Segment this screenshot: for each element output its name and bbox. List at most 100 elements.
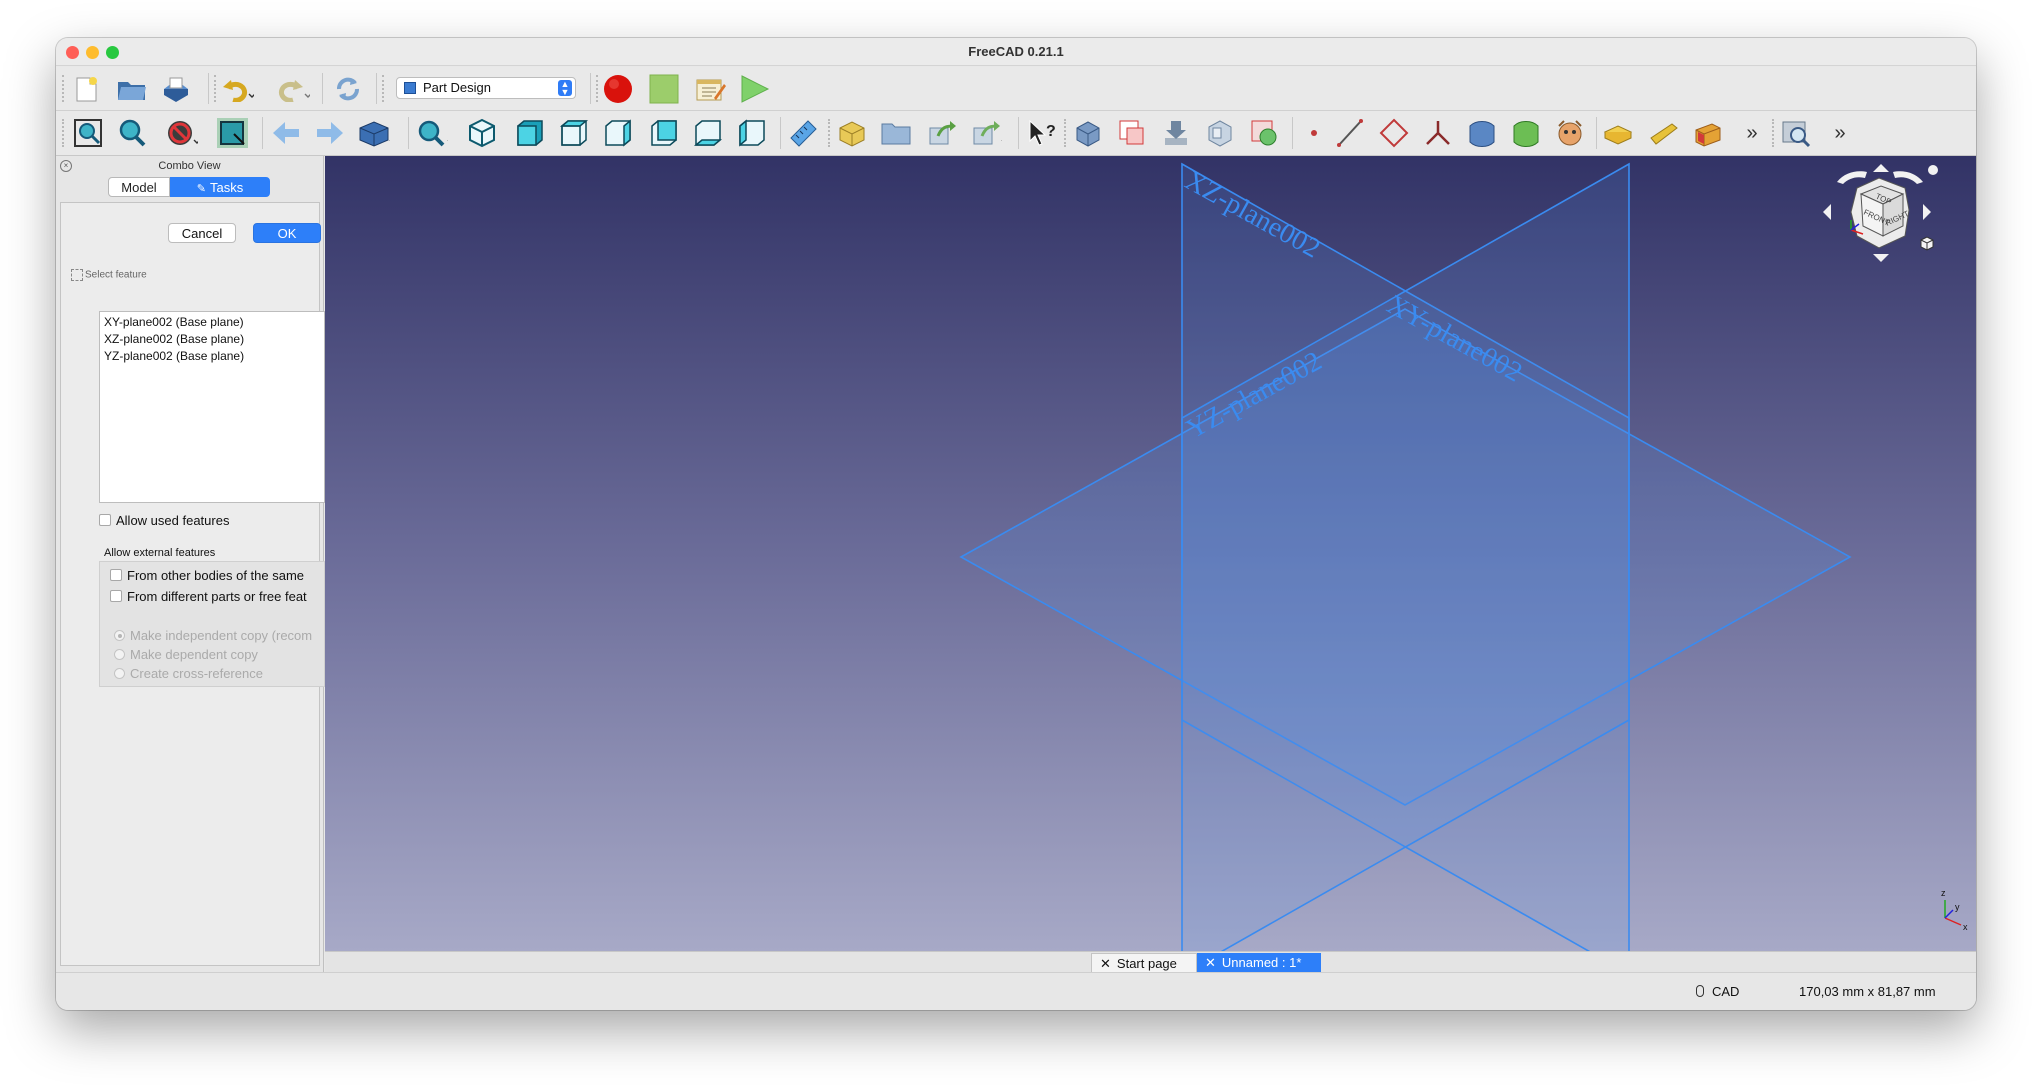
view-forward-icon[interactable] [314,117,346,149]
new-document-icon[interactable] [70,73,102,105]
tab-model[interactable]: Model [108,177,170,197]
from-different-parts-checkbox[interactable]: From different parts or free feat [110,589,307,604]
datum-point-icon[interactable] [1298,117,1330,149]
draw-style-icon[interactable] [166,117,198,149]
main-toolbar: Part Design ▲ ▼ [56,67,1976,111]
title-bar: FreeCAD 0.21.1 [56,38,1976,66]
orbit-down-icon[interactable] [1873,254,1889,262]
inspect-icon[interactable] [1780,117,1812,149]
create-part-icon[interactable] [836,117,868,149]
select-feature-header: Select feature [71,269,147,281]
view-dimensions: 170,03 mm x 81,87 mm [1799,984,1936,999]
allow-external-label: Allow external features [104,547,216,559]
view-bottom-icon[interactable] [692,117,724,149]
list-item[interactable]: XY-plane002 (Base plane) [104,314,320,331]
execute-macro-icon[interactable] [738,73,770,105]
orbit-left-icon[interactable] [1823,204,1831,220]
feature-list[interactable]: XY-plane002 (Base plane) XZ-plane002 (Ba… [99,311,325,503]
list-item[interactable]: YZ-plane002 (Base plane) [104,348,320,365]
validate-sketch-icon[interactable] [1160,117,1192,149]
redo-icon[interactable] [278,73,310,105]
open-document-icon[interactable] [116,73,148,105]
external-features-group: From other bodies of the same From diffe… [99,561,325,687]
svg-text:?: ? [1046,123,1056,140]
nav-cube-body[interactable]: TOP FRONT RIGHT [1850,177,1911,249]
create-group-icon[interactable] [880,117,912,149]
navigation-style-label: CAD [1712,984,1740,999]
view-right-icon[interactable] [602,117,634,149]
make-dependent-copy-radio[interactable]: Make dependent copy [114,647,258,662]
clone-icon[interactable] [1554,117,1586,149]
view-menu-icon[interactable] [1928,165,1938,175]
additive-loft-icon[interactable] [1692,117,1724,149]
view-left-icon[interactable] [736,117,768,149]
view-rear-icon[interactable] [648,117,680,149]
pad-icon[interactable] [1602,117,1634,149]
tab-tasks[interactable]: ✎ Tasks [170,177,270,197]
rotate-ccw-icon[interactable] [1837,171,1867,184]
rotate-cw-icon[interactable] [1893,171,1923,184]
fit-selection-icon[interactable] [116,117,148,149]
navigation-cube[interactable]: TOP FRONT RIGHT [1817,158,1957,298]
cancel-button[interactable]: Cancel [168,223,236,243]
datum-plane-icon[interactable] [1378,117,1410,149]
macros-icon[interactable] [694,73,726,105]
refresh-icon[interactable] [332,73,364,105]
make-dependent-copy-label: Make dependent copy [130,647,258,662]
combo-view-tabs: Model ✎ Tasks [108,177,270,197]
view-top-icon[interactable] [558,117,590,149]
view-isometric-icon[interactable] [466,117,498,149]
shape-binder-icon[interactable] [1466,117,1498,149]
merge-sketches-icon[interactable] [1248,117,1280,149]
stop-macro-icon[interactable] [648,73,680,105]
undo-icon[interactable] [222,73,254,105]
from-other-bodies-checkbox[interactable]: From other bodies of the same [110,568,304,583]
whats-this-icon[interactable]: ? [1026,117,1058,149]
std-view-menu-icon[interactable] [358,117,390,149]
create-sketch-icon[interactable] [1116,117,1148,149]
save-document-icon[interactable] [160,73,192,105]
workbench-selector[interactable]: Part Design ▲ ▼ [396,77,576,99]
make-independent-copy-label: Make independent copy (recom [130,628,313,643]
combo-view: × Combo View Model ✎ Tasks Cancel OK Sele… [56,156,325,972]
isometric-zoom-icon[interactable] [416,117,448,149]
3d-viewport[interactable]: XZ-plane002 XY-plane002 YZ-plane002 TOP … [325,156,1976,951]
view-back-icon[interactable] [270,117,302,149]
create-cross-reference-radio[interactable]: Create cross-reference [114,666,263,681]
local-coordinate-system-icon[interactable] [1422,117,1454,149]
view-cube-small-icon[interactable] [1920,236,1934,251]
status-bar: CAD 170,03 mm x 81,87 mm [56,972,1976,1010]
list-item[interactable]: XZ-plane002 (Base plane) [104,331,320,348]
toolbar-overflow-label: » [1746,121,1758,144]
datum-line-icon[interactable] [1334,117,1366,149]
view-front-icon[interactable] [514,117,546,149]
make-link-icon[interactable] [926,117,958,149]
fit-all-icon[interactable] [72,117,104,149]
subshape-binder-icon[interactable] [1510,117,1542,149]
create-body-icon[interactable] [1072,117,1104,149]
tab-start-page[interactable]: ✕ Start page [1091,953,1197,973]
toolbar-grip[interactable] [62,75,65,102]
bounding-box-icon[interactable] [216,117,248,149]
tab-unnamed[interactable]: ✕ Unnamed : 1* [1197,953,1321,973]
revolution-icon[interactable] [1648,117,1680,149]
orbit-right-icon[interactable] [1923,204,1931,220]
make-independent-copy-radio[interactable]: Make independent copy (recom [114,628,312,643]
record-macro-icon[interactable] [602,73,634,105]
allow-used-features-checkbox[interactable]: Allow used features [99,513,229,528]
close-tab-icon[interactable]: ✕ [1205,955,1216,970]
toolbar-overflow-button-2[interactable]: » [1824,117,1856,149]
combo-view-title: Combo View [158,160,221,172]
ok-button[interactable]: OK [253,223,321,243]
toolbar-overflow-button[interactable]: » [1736,117,1768,149]
navigation-style-indicator[interactable]: CAD [1696,984,1739,999]
measure-distance-icon[interactable] [788,117,820,149]
axis-y-label: y [1955,902,1960,912]
orbit-up-icon[interactable] [1873,164,1889,172]
link-actions-icon[interactable] [970,117,1002,149]
close-tab-icon[interactable]: ✕ [1100,956,1111,971]
check-geometry-icon[interactable] [1204,117,1236,149]
mouse-icon [1696,985,1704,997]
part-design-icon [404,82,416,94]
freecad-window: FreeCAD 0.21.1 Part Design ▲ ▼ ? » » × C… [56,38,1976,1010]
